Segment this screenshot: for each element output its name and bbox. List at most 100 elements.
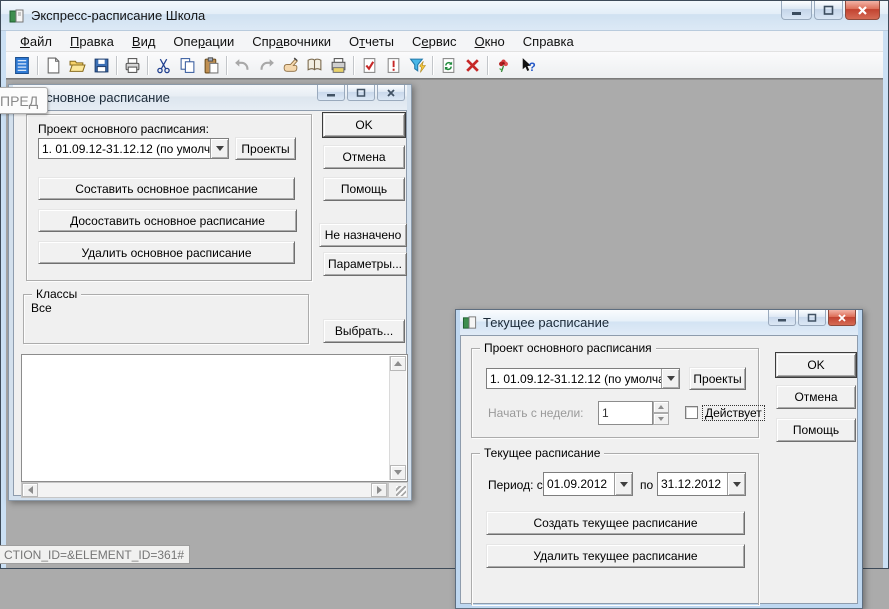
project-combobox[interactable]: 1. 01.09.12-31.12.12 (по умолчани — [486, 368, 680, 389]
maximize-button[interactable] — [814, 1, 843, 20]
save-button[interactable] — [89, 54, 113, 77]
redo-icon — [258, 57, 275, 74]
start-week-spinner[interactable] — [653, 401, 669, 425]
undo-button[interactable] — [230, 54, 254, 77]
refresh-icon — [440, 57, 457, 74]
scroll-left-button[interactable] — [22, 483, 38, 497]
resize-grip[interactable] — [388, 482, 408, 498]
spin-down-button[interactable] — [653, 413, 669, 425]
dialog-current-minimize-button[interactable] — [768, 310, 796, 326]
close-button[interactable] — [845, 1, 880, 20]
project-group-label: Проект основного расписания — [480, 341, 656, 355]
combo-dropdown-button[interactable] — [661, 369, 679, 388]
maximize-icon — [823, 5, 834, 16]
open-folder-button[interactable] — [65, 54, 89, 77]
cut-button[interactable] — [151, 54, 175, 77]
ok-button[interactable]: OK — [323, 113, 405, 137]
dialog-main-close-button[interactable] — [377, 85, 405, 101]
new-document-button[interactable] — [41, 54, 65, 77]
copy-button[interactable] — [175, 54, 199, 77]
menu-item-operations[interactable]: Операции — [164, 33, 243, 50]
vertical-scrollbar[interactable] — [389, 356, 406, 480]
combo-dropdown-button[interactable] — [614, 473, 632, 495]
flower-button[interactable] — [491, 54, 515, 77]
arrow-down-icon — [658, 417, 664, 421]
menu-item-edit[interactable]: Правка — [61, 33, 123, 50]
recompose-schedule-button[interactable]: Досоставить основное расписание — [38, 209, 297, 232]
menu-item-help[interactable]: Справка — [514, 33, 583, 50]
menu-item-references[interactable]: Справочники — [243, 33, 340, 50]
menu-item-view[interactable]: Вид — [123, 33, 165, 50]
copy-icon — [179, 57, 196, 74]
project-combobox[interactable]: 1. 01.09.12-31.12.12 (по умолчани — [38, 138, 229, 159]
toolbar-separator — [353, 56, 354, 75]
period-from-combobox[interactable]: 01.09.2012 — [543, 472, 633, 496]
scroll-up-button[interactable] — [390, 356, 406, 371]
filter-button[interactable] — [405, 54, 429, 77]
menu-item-file[interactable]: Файл — [11, 33, 61, 50]
spin-up-button[interactable] — [653, 401, 669, 413]
check-document-button[interactable] — [357, 54, 381, 77]
scroll-right-button[interactable] — [371, 483, 387, 497]
cancel-button[interactable]: Отмена — [323, 145, 405, 169]
combo-dropdown-button[interactable] — [210, 139, 228, 158]
ok-button[interactable]: OK — [776, 353, 856, 377]
paste-icon — [203, 57, 220, 74]
minimize-button[interactable] — [781, 1, 812, 20]
hand-edit-button[interactable] — [278, 54, 302, 77]
chevron-down-icon — [667, 376, 675, 381]
menu-item-reports[interactable]: Отчеты — [340, 33, 403, 50]
acts-checkbox[interactable] — [685, 406, 698, 419]
period-label: Период: с — [488, 478, 543, 492]
menu-item-service[interactable]: Сервис — [403, 33, 466, 50]
delete-button[interactable] — [460, 54, 484, 77]
dialog-current-maximize-button[interactable] — [798, 310, 826, 326]
schedule-listbox[interactable] — [21, 354, 408, 482]
cancel-button[interactable]: Отмена — [776, 385, 856, 409]
delete-main-schedule-button[interactable]: Удалить основное расписание — [38, 241, 295, 264]
not-assigned-button[interactable]: Не назначено — [319, 223, 407, 247]
projects-button[interactable]: Проекты — [235, 137, 296, 160]
context-help-button[interactable]: ? — [515, 54, 539, 77]
dialog-main-schedule: Основное расписание Проект основного рас… — [8, 84, 412, 501]
classes-group-label: Классы — [32, 287, 81, 301]
arrow-down-icon — [394, 470, 402, 475]
delete-current-schedule-button[interactable]: Удалить текущее расписание — [486, 544, 745, 568]
maximize-icon — [356, 88, 366, 98]
menu-item-window[interactable]: Окно — [466, 33, 514, 50]
print-page-button[interactable] — [326, 54, 350, 77]
dialog-main-maximize-button[interactable] — [347, 85, 375, 101]
start-week-input[interactable]: 1 — [598, 401, 653, 425]
redo-button[interactable] — [254, 54, 278, 77]
dialog-main-minimize-button[interactable] — [317, 85, 345, 101]
print-icon — [124, 57, 141, 74]
parameters-button[interactable]: Параметры... — [323, 252, 407, 276]
toolbar: ? — [6, 52, 883, 79]
help-button[interactable]: Помощь — [776, 418, 856, 442]
horizontal-scrollbar[interactable] — [21, 482, 388, 498]
create-current-schedule-button[interactable]: Создать текущее расписание — [486, 511, 745, 535]
projects-button[interactable]: Проекты — [689, 367, 746, 390]
help-button[interactable]: Помощь — [323, 177, 405, 201]
schedule-list-icon — [14, 57, 31, 74]
close-icon — [386, 88, 396, 98]
refresh-button[interactable] — [436, 54, 460, 77]
book-button[interactable] — [302, 54, 326, 77]
acts-checkbox-label[interactable]: Действует — [703, 406, 764, 420]
warning-document-button[interactable] — [381, 54, 405, 77]
app-books-icon — [9, 8, 25, 24]
new-document-icon — [45, 57, 62, 74]
dialog-main-caption-buttons — [315, 85, 405, 101]
menubar: Файл Правка Вид Операции Справочники Отч… — [6, 31, 883, 52]
period-to-combobox[interactable]: 31.12.2012 — [657, 472, 746, 496]
arrow-up-icon — [394, 361, 402, 366]
print-button[interactable] — [120, 54, 144, 77]
dialog-current-close-button[interactable] — [828, 310, 856, 326]
scroll-down-button[interactable] — [390, 465, 406, 480]
undo-icon — [234, 57, 251, 74]
compose-schedule-button[interactable]: Составить основное расписание — [38, 177, 295, 200]
select-classes-button[interactable]: Выбрать... — [323, 319, 405, 343]
paste-button[interactable] — [199, 54, 223, 77]
combo-dropdown-button[interactable] — [727, 473, 745, 495]
schedule-list-button[interactable] — [10, 54, 34, 77]
